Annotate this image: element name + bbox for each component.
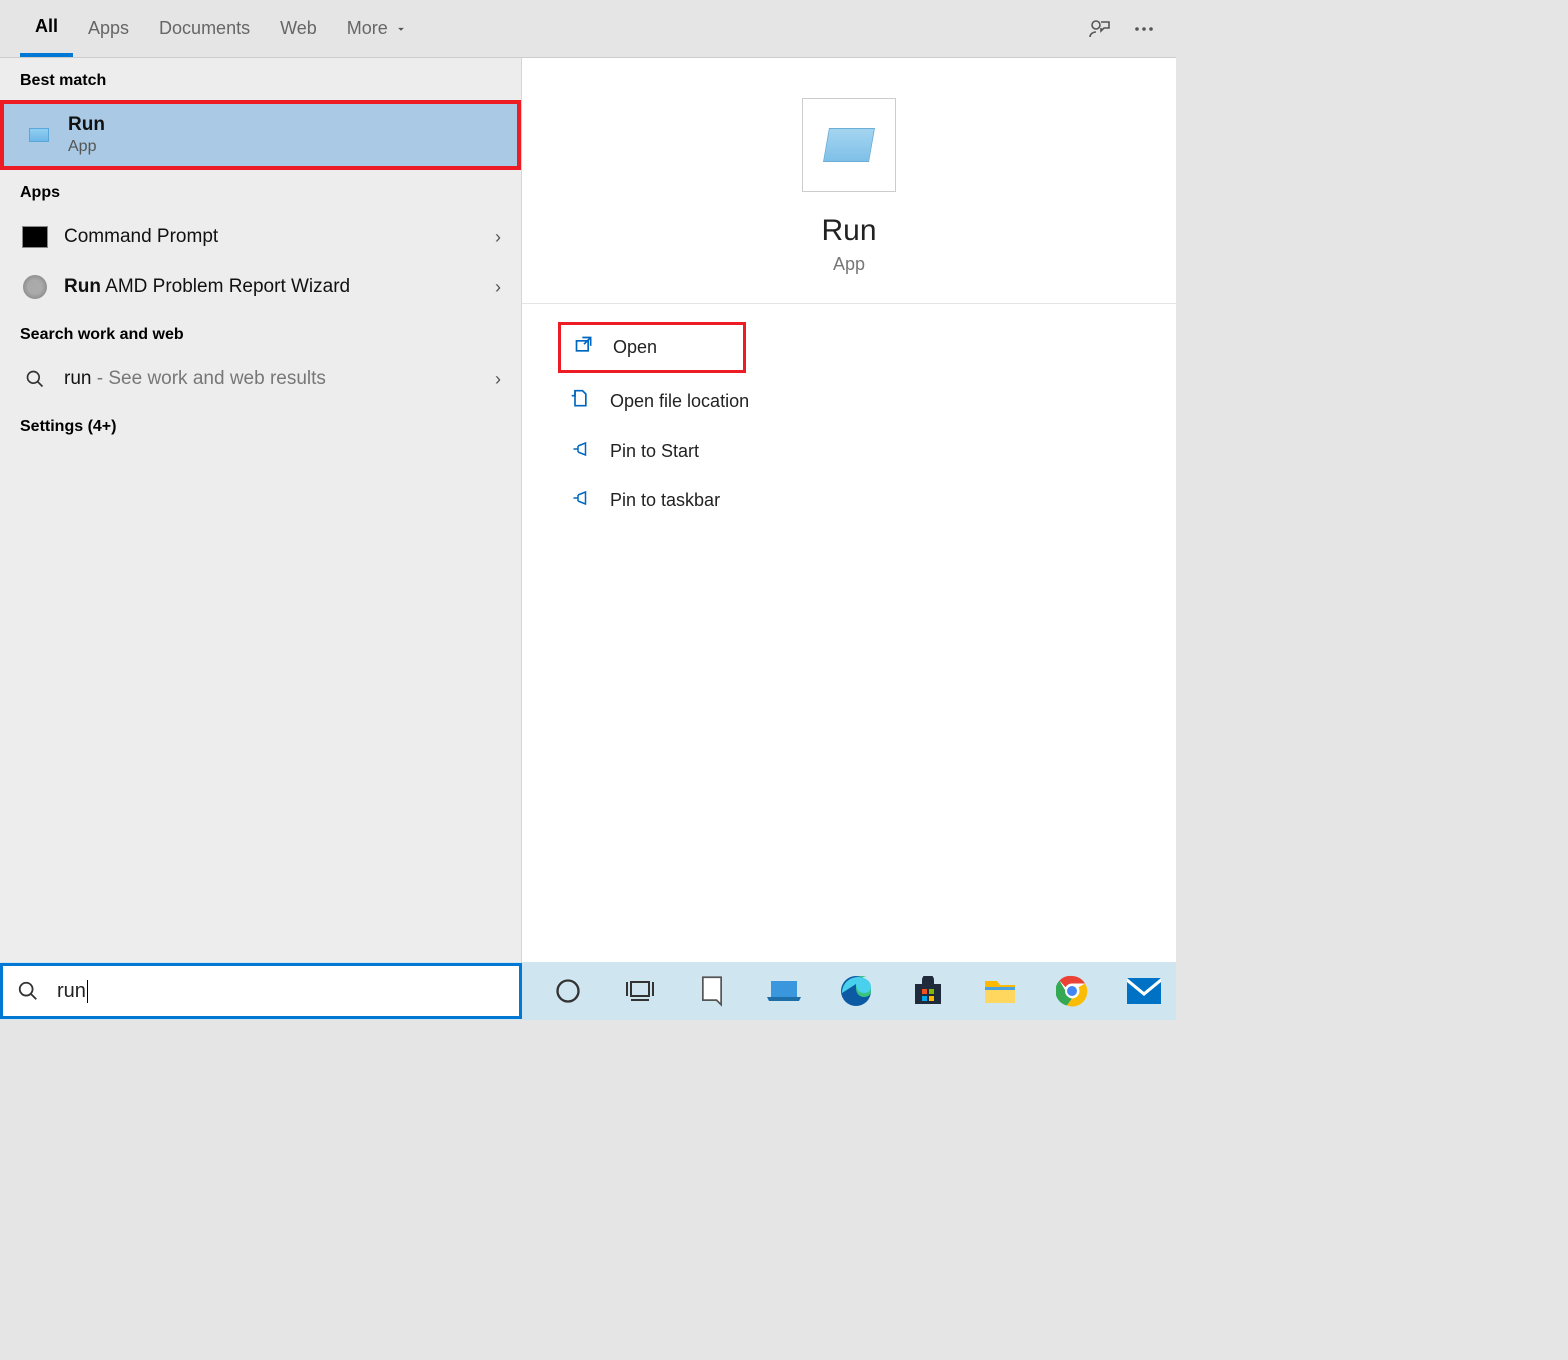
preview-pane: Run App Open Open file location Pin to S… (522, 58, 1176, 962)
filter-tabs-bar: All Apps Documents Web More (0, 0, 1176, 58)
action-label: Open file location (610, 391, 749, 412)
command-prompt-icon (20, 222, 50, 252)
chevron-right-icon: › (495, 227, 501, 248)
taskbar-edge-icon[interactable] (836, 971, 876, 1011)
results-area: Best match Run App Apps Command Prompt ›… (0, 58, 1176, 962)
taskbar: run (0, 962, 1176, 1020)
taskbar-laptop-icon[interactable] (764, 971, 804, 1011)
preview-icon (802, 98, 896, 192)
tab-web[interactable]: Web (265, 1, 332, 57)
web-search-result[interactable]: run - See work and web results › (0, 354, 521, 404)
action-label: Pin to taskbar (610, 490, 720, 511)
open-icon (573, 335, 595, 360)
preview-subtitle: App (833, 254, 865, 275)
action-label: Open (613, 337, 657, 358)
taskbar-store-icon[interactable] (908, 971, 948, 1011)
feedback-icon[interactable] (1088, 17, 1112, 41)
tab-all[interactable]: All (20, 1, 73, 57)
cortana-icon[interactable] (548, 971, 588, 1011)
amd-icon (20, 272, 50, 302)
action-pin-taskbar[interactable]: Pin to taskbar (558, 479, 1140, 522)
action-label: Pin to Start (610, 441, 699, 462)
ellipsis-icon[interactable] (1132, 17, 1156, 41)
task-view-icon[interactable] (620, 971, 660, 1011)
taskbar-notes-icon[interactable] (692, 971, 732, 1011)
best-match-title: Run (68, 114, 497, 136)
best-match-subtitle: App (68, 138, 497, 156)
action-open-file-location[interactable]: Open file location (558, 379, 1140, 424)
taskbar-mail-icon[interactable] (1124, 971, 1164, 1011)
chevron-right-icon: › (495, 369, 501, 390)
tab-documents[interactable]: Documents (144, 1, 265, 57)
section-settings[interactable]: Settings (4+) (0, 404, 521, 446)
tab-more-label: More (347, 18, 388, 39)
app-label: Run AMD Problem Report Wizard (64, 276, 495, 298)
run-icon (24, 120, 54, 150)
tab-apps[interactable]: Apps (73, 1, 144, 57)
preview-title: Run (821, 214, 876, 248)
tab-more[interactable]: More (332, 1, 423, 57)
search-icon (20, 364, 50, 394)
best-match-result[interactable]: Run App (0, 100, 521, 170)
taskbar-chrome-icon[interactable] (1052, 971, 1092, 1011)
action-open[interactable]: Open (558, 322, 746, 373)
app-amd-wizard[interactable]: Run AMD Problem Report Wizard › (0, 262, 521, 312)
chevron-down-icon (394, 22, 408, 36)
search-input-value: run (57, 980, 88, 1003)
section-best-match: Best match (0, 58, 521, 100)
pin-icon (570, 489, 592, 512)
action-pin-start[interactable]: Pin to Start (558, 430, 1140, 473)
section-apps: Apps (0, 170, 521, 212)
app-command-prompt[interactable]: Command Prompt › (0, 212, 521, 262)
section-work-web: Search work and web (0, 312, 521, 354)
taskbar-explorer-icon[interactable] (980, 971, 1020, 1011)
folder-icon (570, 389, 592, 414)
app-label: Command Prompt (64, 226, 495, 248)
search-input[interactable]: run (0, 963, 522, 1019)
chevron-right-icon: › (495, 277, 501, 298)
pin-icon (570, 440, 592, 463)
web-search-label: run - See work and web results (64, 368, 495, 390)
search-icon (17, 980, 39, 1002)
results-list: Best match Run App Apps Command Prompt ›… (0, 58, 522, 962)
